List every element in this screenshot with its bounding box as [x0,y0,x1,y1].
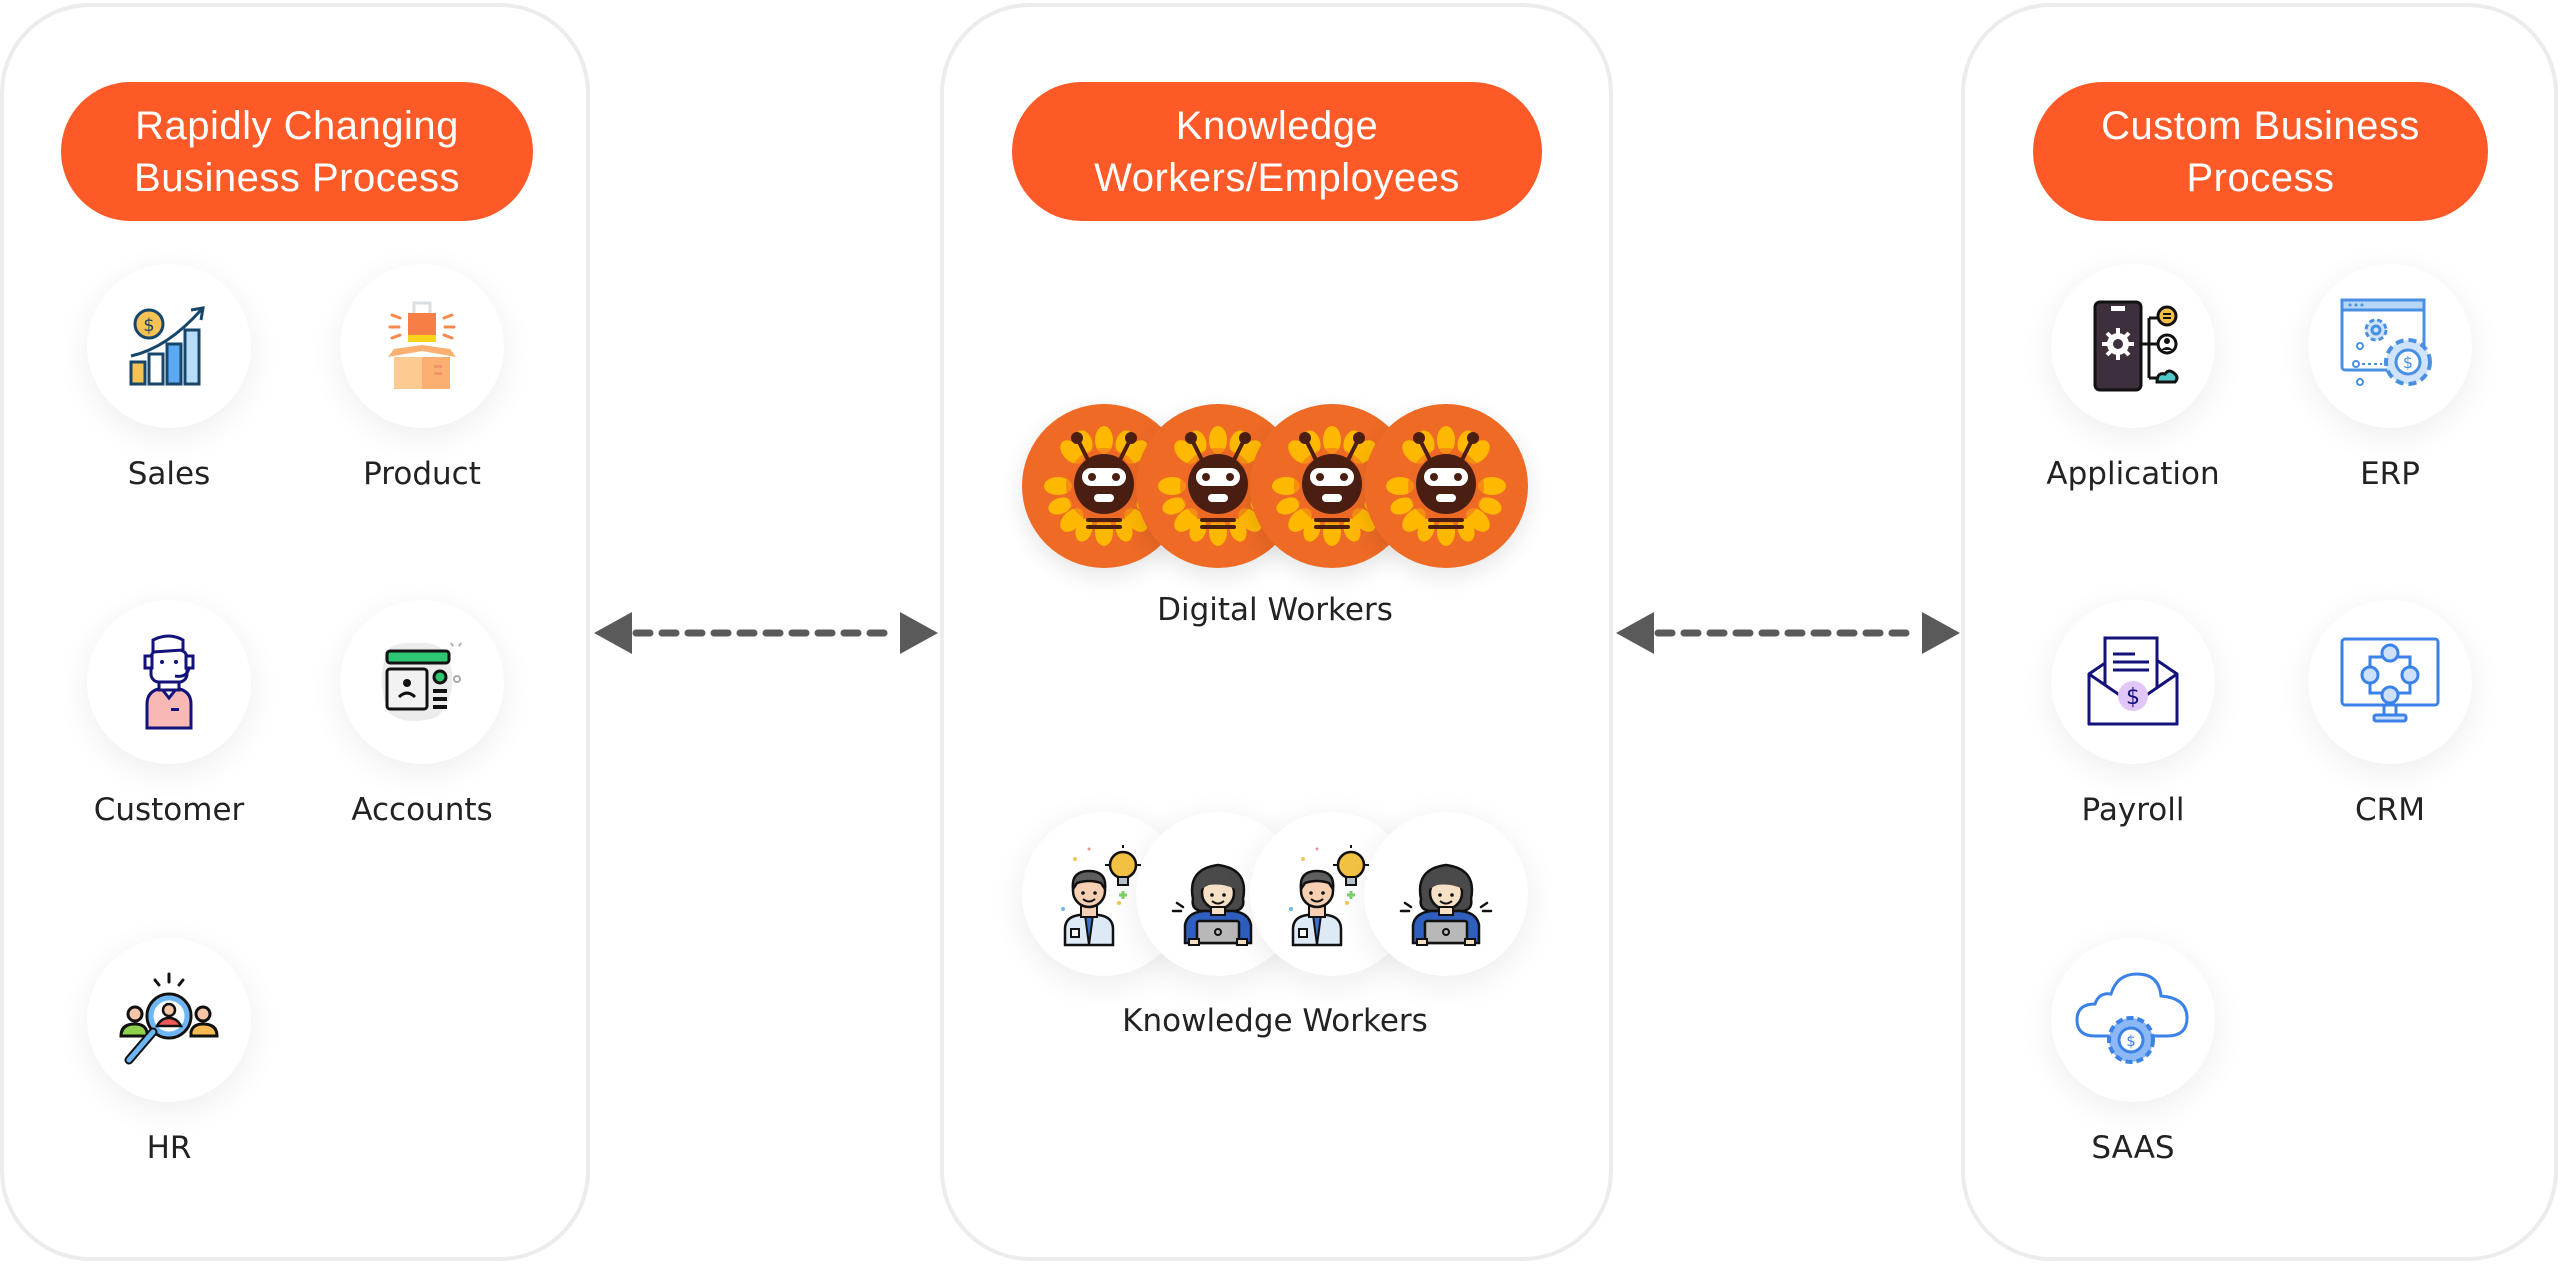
arrow-head-left [594,612,632,654]
bidirectional-arrow-left-middle [594,612,938,654]
payroll-tile[interactable]: $ [2051,600,2215,764]
erp-gear-icon: $ [2340,298,2432,386]
application-tile[interactable] [2051,264,2215,428]
product-tile[interactable] [340,264,504,428]
business-process-header: Rapidly Changing Business Process [61,82,533,221]
digital-worker-avatar [1364,404,1528,568]
robot-icon [1386,426,1506,546]
svg-text:$: $ [2403,353,2413,372]
custom-process-title: Custom Business Process [2101,103,2420,200]
customer-support-icon [143,634,195,730]
knowledge-worker-woman-icon [1399,863,1493,946]
crm-monitor-icon [2340,637,2440,723]
svg-text:$: $ [2126,1032,2136,1050]
accounts-tile[interactable] [340,600,504,764]
sales-tile[interactable]: $ [87,264,251,428]
product-label: Product [363,456,481,492]
business-process-title: Rapidly Changing Business Process [134,103,460,200]
hr-search-people-icon [119,972,219,1065]
application-label: Application [2046,456,2220,492]
hr-tile[interactable] [87,938,251,1102]
accounts-label: Accounts [351,792,493,828]
knowledge-workers-label: Knowledge Workers [1122,1003,1428,1039]
arrow-head-right [900,612,938,654]
crm-label: CRM [2355,792,2425,828]
erp-label: ERP [2360,456,2420,492]
product-box-icon [388,301,456,389]
erp-tile[interactable]: $ [2308,264,2472,428]
svg-text:$: $ [2126,685,2140,710]
bidirectional-arrow-middle-right [1616,612,1960,654]
payroll-envelope-icon: $ [2087,636,2179,726]
knowledge-worker-avatar [1364,812,1528,976]
saas-tile[interactable]: $ [2051,938,2215,1102]
arrow-head-left [1616,612,1654,654]
hr-label: HR [146,1130,192,1166]
saas-cloud-icon: $ [2075,972,2189,1064]
accounts-id-card-icon [381,642,462,722]
workers-title: Knowledge Workers/Employees [1094,103,1460,200]
sales-growth-icon: $ [129,306,205,386]
digital-workers-label: Digital Workers [1157,592,1393,628]
customer-tile[interactable] [87,600,251,764]
saas-label: SAAS [2091,1130,2175,1166]
workers-header: Knowledge Workers/Employees [1012,82,1542,221]
svg-text:$: $ [143,315,154,336]
payroll-label: Payroll [2081,792,2185,828]
custom-process-header: Custom Business Process [2033,82,2488,221]
arrow-head-right [1922,612,1960,654]
crm-tile[interactable] [2308,600,2472,764]
mobile-app-icon [2093,300,2179,392]
